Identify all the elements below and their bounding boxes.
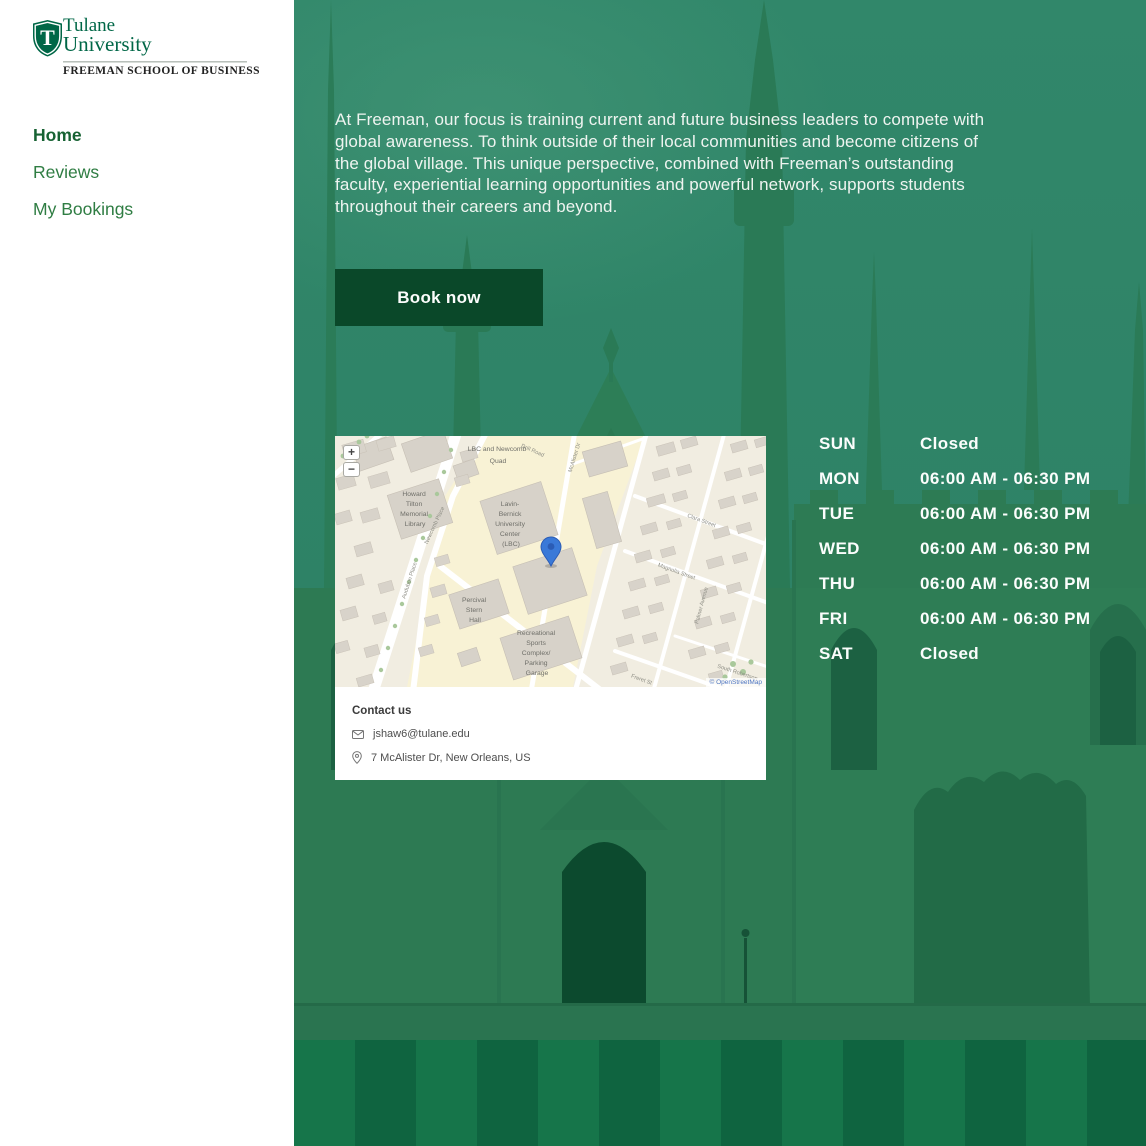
sidebar-item-my-bookings[interactable]: My Bookings (33, 200, 133, 218)
hours-day: WED (819, 539, 920, 559)
email-icon (352, 730, 364, 739)
hours-time: Closed (920, 644, 979, 664)
map-zoom-controls: + − (343, 445, 360, 477)
contact-address-row: 7 McAlister Dr, New Orleans, US (352, 751, 749, 764)
brand-wordmark: Tulane University (63, 17, 152, 54)
contact-address: 7 McAlister Dr, New Orleans, US (371, 752, 531, 764)
book-now-button[interactable]: Book now (335, 269, 543, 326)
hours-row-fri: FRI 06:00 AM - 06:30 PM (819, 601, 1090, 636)
location-pin-icon (352, 751, 362, 764)
brand-division: FREEMAN SCHOOL OF BUSINESS (63, 65, 263, 77)
hours-row-mon: MON 06:00 AM - 06:30 PM (819, 461, 1090, 496)
hours-day: FRI (819, 609, 920, 629)
hours-day: SUN (819, 434, 920, 454)
sidebar-item-reviews[interactable]: Reviews (33, 163, 133, 181)
hours-time: Closed (920, 434, 979, 454)
svg-text:T: T (40, 25, 55, 50)
contact-email: jshaw6@tulane.edu (373, 728, 470, 740)
hours-day: THU (819, 574, 920, 594)
sidebar: T Tulane University FREEMAN SCHOOL OF BU… (0, 0, 294, 1146)
hours-row-sun: SUN Closed (819, 426, 1090, 461)
contact-email-row: jshaw6@tulane.edu (352, 728, 749, 740)
hero-section: At Freeman, our focus is training curren… (294, 0, 1146, 1146)
about-text: At Freeman, our focus is training curren… (335, 109, 1003, 218)
hours-time: 06:00 AM - 06:30 PM (920, 469, 1090, 489)
hours-row-tue: TUE 06:00 AM - 06:30 PM (819, 496, 1090, 531)
hours-time: 06:00 AM - 06:30 PM (920, 574, 1090, 594)
map-attribution-link[interactable]: © OpenStreetMap (706, 678, 766, 687)
map-zoom-in-button[interactable]: + (343, 445, 360, 460)
location-widget: LBC and Newcomb Quad Howard Tilton Memor… (335, 436, 766, 780)
business-hours: SUN Closed MON 06:00 AM - 06:30 PM TUE 0… (819, 426, 1090, 671)
hours-time: 06:00 AM - 06:30 PM (920, 609, 1090, 629)
map-zoom-out-button[interactable]: − (343, 462, 360, 477)
lawn-stripes (294, 1040, 1146, 1146)
map-canvas[interactable]: LBC and Newcomb Quad Howard Tilton Memor… (335, 436, 766, 687)
contact-title: Contact us (352, 705, 749, 717)
page: T Tulane University FREEMAN SCHOOL OF BU… (0, 0, 1146, 1146)
contact-card: Contact us jshaw6@tulane.edu 7 McAlister… (335, 687, 766, 780)
sidebar-nav: Home Reviews My Bookings (33, 126, 133, 218)
hours-day: SAT (819, 644, 920, 664)
hours-time: 06:00 AM - 06:30 PM (920, 504, 1090, 524)
logo-divider (63, 61, 247, 63)
hours-day: MON (819, 469, 920, 489)
hours-time: 06:00 AM - 06:30 PM (920, 539, 1090, 559)
hours-row-thu: THU 06:00 AM - 06:30 PM (819, 566, 1090, 601)
hours-day: TUE (819, 504, 920, 524)
hours-row-wed: WED 06:00 AM - 06:30 PM (819, 531, 1090, 566)
sidebar-item-home[interactable]: Home (33, 126, 133, 144)
brand-name-line2: University (63, 35, 152, 54)
tulane-shield-icon: T (33, 20, 62, 57)
hours-row-sat: SAT Closed (819, 636, 1090, 671)
